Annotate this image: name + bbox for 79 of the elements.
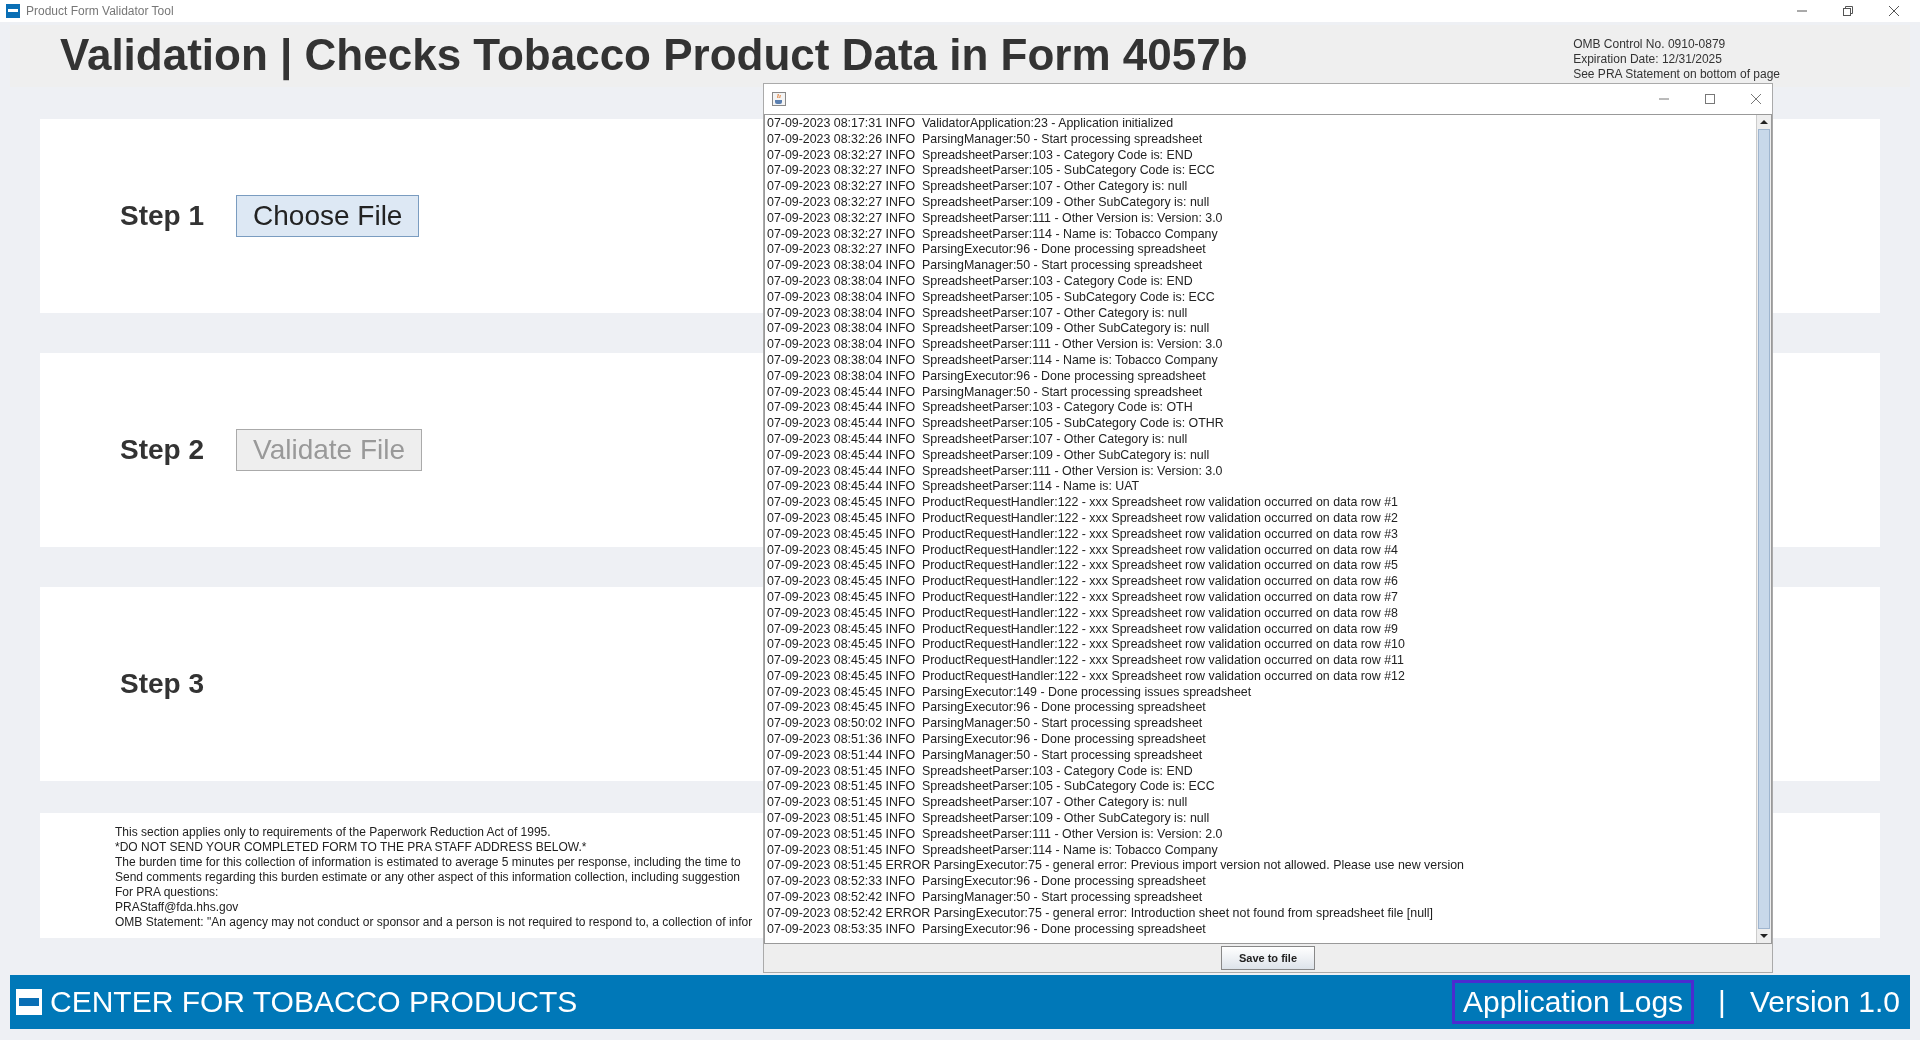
log-line: 07-09-2023 08:45:44 INFO SpreadsheetParser:103 - Category Code is: OTH <box>767 400 1194 417</box>
log-line: 07-09-2023 08:45:45 INFO ProductRequestHandler:122 - xxx Spreadsheet row validation occurred on data row #8 <box>767 605 1399 622</box>
log-line: 07-09-2023 08:53:35 INFO ParsingExecutor:96 - Done processing spreadsheet <box>767 921 1207 938</box>
step-label: Step 2 <box>120 434 205 466</box>
log-line: 07-09-2023 08:51:44 INFO ParsingManager:50 - Start processing spreadsheet <box>767 747 1204 764</box>
log-line: 07-09-2023 08:45:45 INFO ProductRequestHandler:122 - xxx Spreadsheet row validation occurred on data row #2 <box>767 510 1399 527</box>
step-label: Step 1 <box>120 200 205 232</box>
log-line: 07-09-2023 08:32:27 INFO SpreadsheetParser:105 - SubCategory Code is: ECC <box>767 163 1216 180</box>
log-line: 07-09-2023 08:38:04 INFO ParsingManager:50 - Start processing spreadsheet <box>767 258 1204 274</box>
log-line: 07-09-2023 08:32:27 INFO SpreadsheetParser:114 - Name is: Tobacco Company <box>767 226 1219 243</box>
separator-text: | <box>1718 985 1726 1019</box>
log-line: 07-09-2023 08:45:45 INFO ProductRequestHandler:122 - xxx Spreadsheet row validation occurred on data row #5 <box>767 558 1399 575</box>
log-line: 07-09-2023 08:38:04 INFO SpreadsheetParser:111 - Other Version is: Version: 3.0 <box>767 337 1224 353</box>
step-label: Step 3 <box>120 668 205 700</box>
omb-info-text: OMB Control No. 0910-0879 <box>1573 37 1727 52</box>
close-icon[interactable] <box>1750 93 1762 105</box>
log-line: 07-09-2023 08:45:45 INFO ProductRequestHandler:122 - xxx Spreadsheet row validation occurred on data row #9 <box>767 621 1399 638</box>
log-line: 07-09-2023 08:52:33 INFO ParsingExecutor:96 - Done processing spreadsheet <box>767 874 1207 891</box>
log-line: 07-09-2023 08:45:44 INFO SpreadsheetParser:111 - Other Version is: Version: 3.0 <box>767 463 1224 480</box>
log-line: 07-09-2023 08:52:42 INFO ParsingManager:50 - Start processing spreadsheet <box>767 890 1204 906</box>
window-title: Product Form Validator Tool <box>26 4 174 18</box>
log-line: 07-09-2023 08:32:27 INFO ParsingExecutor:96 - Done processing spreadsheet <box>767 242 1207 259</box>
log-line: 07-09-2023 08:51:45 INFO SpreadsheetParser:103 - Category Code is: END <box>767 763 1194 780</box>
cup-icon <box>772 92 786 106</box>
log-line: 07-09-2023 08:38:04 INFO SpreadsheetParser:107 - Other Category is: null <box>767 305 1189 322</box>
log-line: 07-09-2023 08:45:44 INFO ParsingManager:50 - Start processing spreadsheet <box>767 384 1204 401</box>
pra-statement-line: OMB Statement: "An agency may not conduct or sponsor and a person is not required to respond to, a collection of infor <box>115 915 753 930</box>
omb-info-text: Expiration Date: 12/31/2025 <box>1573 52 1723 67</box>
pra-statement-line: The burden time for this collection of information is estimated to average 5 minutes per response, including the time to <box>115 855 741 870</box>
application-logs-link[interactable]: Application Logs <box>1451 980 1695 1024</box>
log-line: 07-09-2023 08:38:04 INFO SpreadsheetParser:109 - Other SubCategory is: null <box>767 321 1211 338</box>
pra-statement-line: PRAStaff@fda.hhs.gov <box>115 900 239 915</box>
log-line: 07-09-2023 08:45:45 INFO ProductRequestHandler:122 - xxx Spreadsheet row validation occurred on data row #11 <box>767 653 1405 669</box>
save-to-file-button[interactable]: Save to file <box>1220 946 1316 970</box>
log-line: 07-09-2023 08:45:44 INFO SpreadsheetParser:105 - SubCategory Code is: OTHR <box>767 416 1225 432</box>
log-line: 07-09-2023 08:45:45 INFO ProductRequestHandler:122 - xxx Spreadsheet row validation occurred on data row #7 <box>767 589 1399 606</box>
organization-name: CENTER FOR TOBACCO PRODUCTS <box>50 985 578 1019</box>
log-line: 07-09-2023 08:45:44 INFO SpreadsheetParser:109 - Other SubCategory is: null <box>767 447 1211 464</box>
step-button[interactable]: Choose File <box>236 195 420 237</box>
log-line: 07-09-2023 08:52:42 ERROR ParsingExecutor:75 - general error: Introduction sheet not found from spreadsheet file [null] <box>767 905 1435 922</box>
log-line: 07-09-2023 08:32:26 INFO ParsingManager:50 - Start processing spreadsheet <box>767 131 1204 148</box>
omb-info-text: See PRA Statement on bottom of page <box>1573 67 1780 82</box>
log-line: 07-09-2023 08:45:45 INFO ParsingExecutor:96 - Done processing spreadsheet <box>767 700 1207 717</box>
pra-statement-line: Send comments regarding this burden estimate or any other aspect of this information collection, including suggestion <box>115 870 740 885</box>
log-line: 07-09-2023 08:51:45 ERROR ParsingExecutor:75 - general error: Previous import version not allowed. Please use new version <box>767 858 1465 875</box>
log-line: 07-09-2023 08:51:45 INFO SpreadsheetParser:107 - Other Category is: null <box>767 795 1189 812</box>
scrollbar[interactable] <box>1756 115 1771 943</box>
log-line: 07-09-2023 08:45:45 INFO ProductRequestHandler:122 - xxx Spreadsheet row validation occurred on data row #4 <box>767 542 1399 559</box>
log-line: 07-09-2023 08:45:44 INFO SpreadsheetParser:114 - Name is: UAT <box>767 479 1141 496</box>
log-line: 07-09-2023 08:32:27 INFO SpreadsheetParser:109 - Other SubCategory is: null <box>767 195 1211 211</box>
log-line: 07-09-2023 08:51:45 INFO SpreadsheetParser:105 - SubCategory Code is: ECC <box>767 779 1216 796</box>
log-line: 07-09-2023 08:45:45 INFO ProductRequestHandler:122 - xxx Spreadsheet row validation occurred on data row #6 <box>767 574 1399 590</box>
log-line: 07-09-2023 08:45:45 INFO ProductRequestHandler:122 - xxx Spreadsheet row validation occurred on data row #1 <box>767 495 1399 511</box>
log-line: 07-09-2023 08:45:45 INFO ProductRequestHandler:122 - xxx Spreadsheet row validation occurred on data row #10 <box>767 637 1406 654</box>
restore-icon[interactable] <box>1842 5 1854 17</box>
log-line: 07-09-2023 08:50:02 INFO ParsingManager:50 - Start processing spreadsheet <box>767 716 1204 733</box>
log-line: 07-09-2023 08:51:45 INFO SpreadsheetParser:111 - Other Version is: Version: 2.0 <box>767 826 1224 843</box>
log-line: 07-09-2023 08:32:27 INFO SpreadsheetParser:103 - Category Code is: END <box>767 147 1194 164</box>
log-line: 07-09-2023 08:38:04 INFO ParsingExecutor:96 - Done processing spreadsheet <box>767 368 1207 385</box>
log-line: 07-09-2023 08:45:45 INFO ParsingExecutor:149 - Done processing issues spreadsheet <box>767 684 1253 701</box>
pra-statement-line: *DO NOT SEND YOUR COMPLETED FORM TO THE PRA STAFF ADDRESS BELOW.* <box>115 840 587 855</box>
version-text: Version 1.0 <box>1749 985 1900 1019</box>
log-line: 07-09-2023 08:51:45 INFO SpreadsheetParser:114 - Name is: Tobacco Company <box>767 842 1219 859</box>
pra-statement-line: For PRA questions: <box>115 885 219 900</box>
log-line: 07-09-2023 08:38:04 INFO SpreadsheetParser:105 - SubCategory Code is: ECC <box>767 289 1216 306</box>
log-line: 07-09-2023 08:45:45 INFO ProductRequestHandler:122 - xxx Spreadsheet row validation occurred on data row #3 <box>767 526 1399 543</box>
log-line: 07-09-2023 08:38:04 INFO SpreadsheetParser:103 - Category Code is: END <box>767 273 1194 290</box>
log-line: 07-09-2023 08:17:31 INFO ValidatorApplication:23 - Application initialized <box>767 116 1175 132</box>
log-line: 07-09-2023 08:51:45 INFO SpreadsheetParser:109 - Other SubCategory is: null <box>767 811 1211 827</box>
log-line: 07-09-2023 08:45:44 INFO SpreadsheetParser:107 - Other Category is: null <box>767 431 1189 448</box>
log-line: 07-09-2023 08:45:45 INFO ProductRequestHandler:122 - xxx Spreadsheet row validation occurred on data row #12 <box>767 668 1406 685</box>
close-icon[interactable] <box>1888 5 1900 17</box>
log-line: 07-09-2023 08:32:27 INFO SpreadsheetParser:107 - Other Category is: null <box>767 179 1189 195</box>
log-line: 07-09-2023 08:32:27 INFO SpreadsheetParser:111 - Other Version is: Version: 3.0 <box>767 210 1224 227</box>
maximize-icon[interactable] <box>1704 93 1716 105</box>
page-title: Validation | Checks Tobacco Product Data in Form 4057b <box>59 29 1248 83</box>
pra-statement-line: This section applies only to requirements of the Paperwork Reduction Act of 1995. <box>115 825 551 840</box>
log-line: 07-09-2023 08:51:36 INFO ParsingExecutor:96 - Done processing spreadsheet <box>767 732 1207 748</box>
log-line: 07-09-2023 08:38:04 INFO SpreadsheetParser:114 - Name is: Tobacco Company <box>767 352 1219 369</box>
